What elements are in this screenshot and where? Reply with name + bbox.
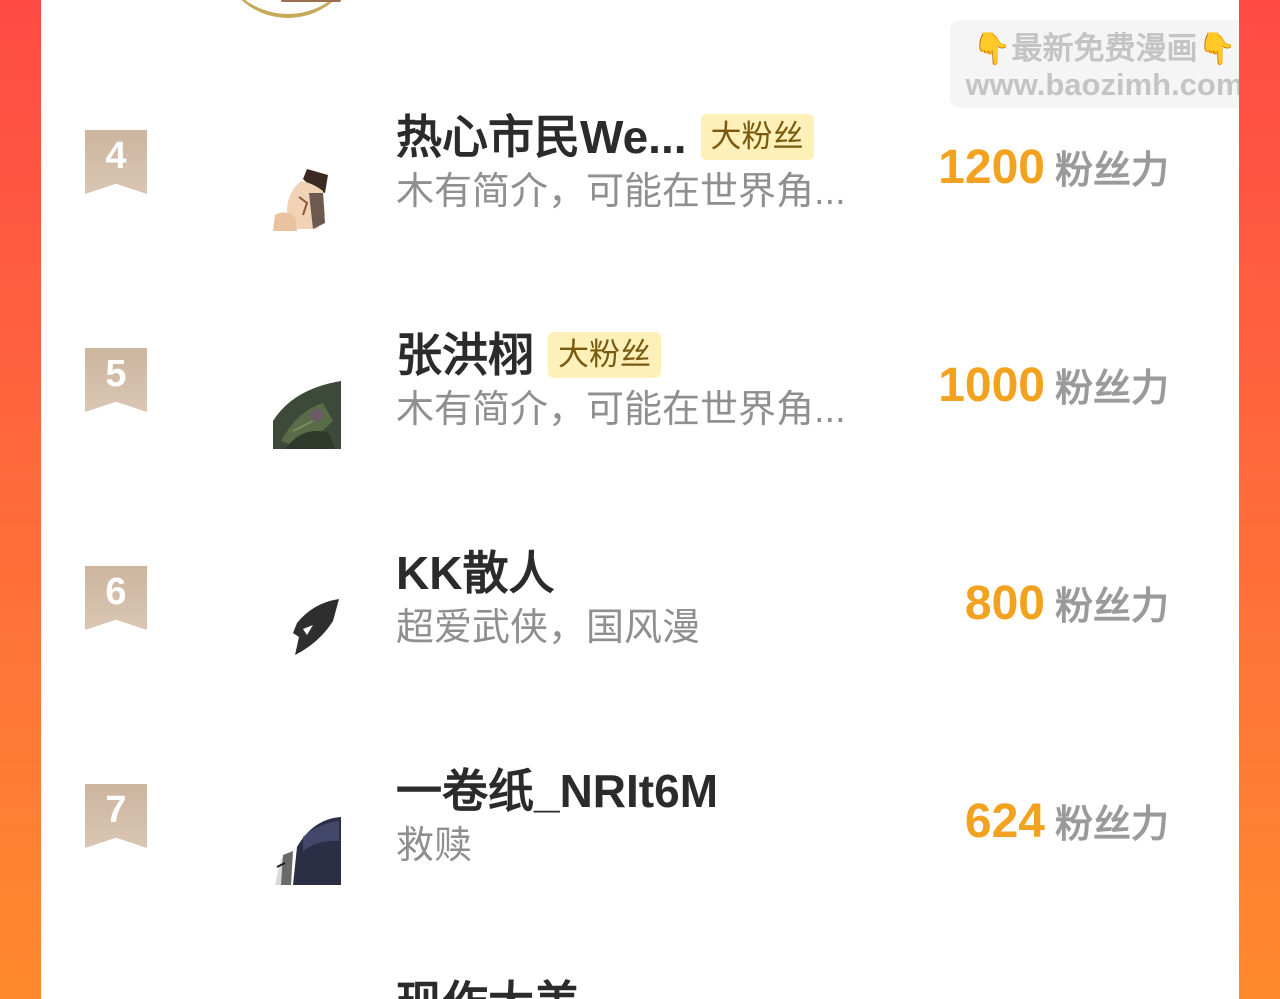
avatar[interactable] [273, 599, 341, 667]
ranking-row[interactable]: 6 KK散人 超爱武侠，国风漫 800 粉丝力 [41, 548, 1239, 766]
fan-level-badge: 大粉丝 [548, 332, 661, 378]
username[interactable]: 热心市民We... 大粉丝 [396, 112, 814, 162]
fan-power-value: 1200 [938, 141, 1045, 194]
fan-power: 800 粉丝力 [965, 576, 1169, 643]
watermark-url: www.baozimh.com [965, 67, 1239, 102]
next-row-username[interactable]: 现作大美 [396, 978, 580, 999]
ranking-row[interactable]: 4 热心市民We... 大粉丝 木有简介，可能在世界角... 1200 粉丝力 [41, 112, 1239, 330]
fan-power: 1200 粉丝力 [938, 140, 1169, 207]
avatar[interactable] [273, 163, 341, 231]
watermark: 👇最新免费漫画👇 www.baozimh.com [950, 20, 1239, 108]
ranking-row[interactable]: 7 一卷纸_NRIt6M 救赎 624 粉丝力 [41, 766, 1239, 984]
username[interactable]: 一卷纸_NRIt6M [396, 766, 718, 816]
fan-power-unit: 粉丝力 [1054, 368, 1169, 410]
fan-power: 1000 粉丝力 [938, 358, 1169, 425]
rank-ribbon: 5 [85, 348, 147, 412]
fan-power-unit: 粉丝力 [1054, 804, 1169, 846]
username[interactable]: 张洪栩 大粉丝 [396, 330, 661, 380]
fan-power-value: 800 [964, 577, 1045, 630]
username-text[interactable]: 张洪栩 [396, 330, 534, 380]
username-text[interactable]: 热心市民We... [396, 112, 687, 162]
watermark-slogan: 最新免费漫画 [1011, 31, 1198, 66]
user-bio: 木有简介，可能在世界角... [396, 171, 846, 213]
fan-power-unit: 粉丝力 [1054, 150, 1169, 192]
fan-power-value: 624 [964, 795, 1045, 848]
user-bio: 木有简介，可能在世界角... [396, 389, 846, 431]
previous-row-avatar-chip [281, 0, 341, 2]
avatar[interactable] [273, 381, 341, 449]
fan-level-badge: 大粉丝 [700, 114, 814, 160]
username[interactable]: KK散人 [396, 548, 554, 598]
rank-ribbon: 4 [85, 130, 147, 194]
pointing-down-icon: 👇 [1197, 31, 1237, 66]
fan-power-unit: 粉丝力 [1054, 586, 1169, 628]
rank-ribbon: 6 [85, 566, 147, 630]
previous-row-avatar-frame [219, 0, 357, 18]
user-bio: 救赎 [396, 825, 473, 867]
username-text[interactable]: 一卷纸_NRIt6M [396, 766, 718, 816]
fan-power-value: 1000 [938, 359, 1045, 412]
rank-ribbon: 7 [85, 784, 147, 848]
avatar[interactable] [273, 817, 341, 885]
pointing-down-icon: 👇 [972, 31, 1012, 66]
ranking-row[interactable]: 5 张洪栩 大粉丝 木有简介，可能在世界角... 1000 粉丝力 [41, 330, 1239, 548]
ranking-card: 👇最新免费漫画👇 www.baozimh.com 4 热心市民We... 大粉丝… [41, 0, 1239, 999]
fan-power: 624 粉丝力 [965, 794, 1169, 861]
user-bio: 超爱武侠，国风漫 [396, 607, 701, 649]
username-text[interactable]: KK散人 [396, 548, 554, 598]
